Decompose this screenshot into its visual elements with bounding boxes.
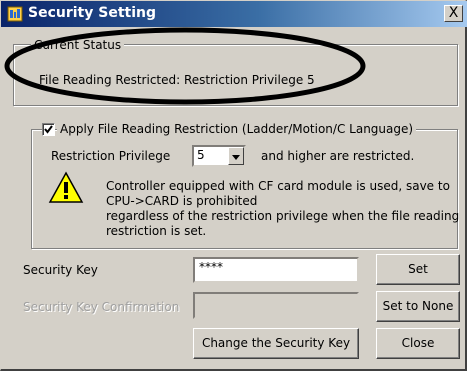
close-button[interactable]: Close	[376, 328, 460, 359]
apply-restriction-label[interactable]: Apply File Reading Restriction (Ladder/M…	[57, 122, 417, 136]
security-key-confirmation-input[interactable]	[193, 292, 359, 319]
warning-line: restriction is set.	[106, 224, 207, 238]
window-title: Security Setting	[28, 5, 156, 21]
restriction-privilege-value: 5	[197, 148, 205, 162]
key-lock-icon	[7, 6, 23, 22]
checkmark-icon	[44, 125, 53, 134]
security-key-label: Security Key	[23, 263, 98, 277]
change-security-key-button[interactable]: Change the Security Key	[193, 328, 359, 359]
set-button[interactable]: Set	[376, 254, 460, 285]
title-bar[interactable]: Security Setting X	[1, 1, 467, 27]
restriction-suffix-text: and higher are restricted.	[261, 149, 415, 163]
security-setting-dialog: Security Setting X Current Status File R…	[0, 0, 467, 371]
chevron-down-icon	[232, 155, 240, 160]
warning-icon	[48, 171, 84, 203]
restriction-privilege-label: Restriction Privilege	[51, 149, 171, 163]
warning-line: CPU->CARD is prohibited	[106, 194, 258, 208]
set-to-none-button[interactable]: Set to None	[376, 291, 460, 322]
security-key-confirmation-label: Security Key Confirmation	[23, 300, 180, 314]
security-key-input[interactable]: ****	[193, 257, 359, 283]
annotation-ellipse	[4, 27, 366, 105]
restriction-privilege-select[interactable]: 5	[192, 145, 246, 167]
warning-line: regardless of the restriction privilege …	[106, 209, 460, 223]
dropdown-button[interactable]	[228, 147, 244, 165]
warning-line: Controller equipped with CF card module …	[106, 179, 450, 193]
close-window-button[interactable]: X	[444, 5, 463, 22]
apply-restriction-checkbox[interactable]	[42, 123, 55, 136]
warning-message: Controller equipped with CF card module …	[106, 179, 460, 239]
